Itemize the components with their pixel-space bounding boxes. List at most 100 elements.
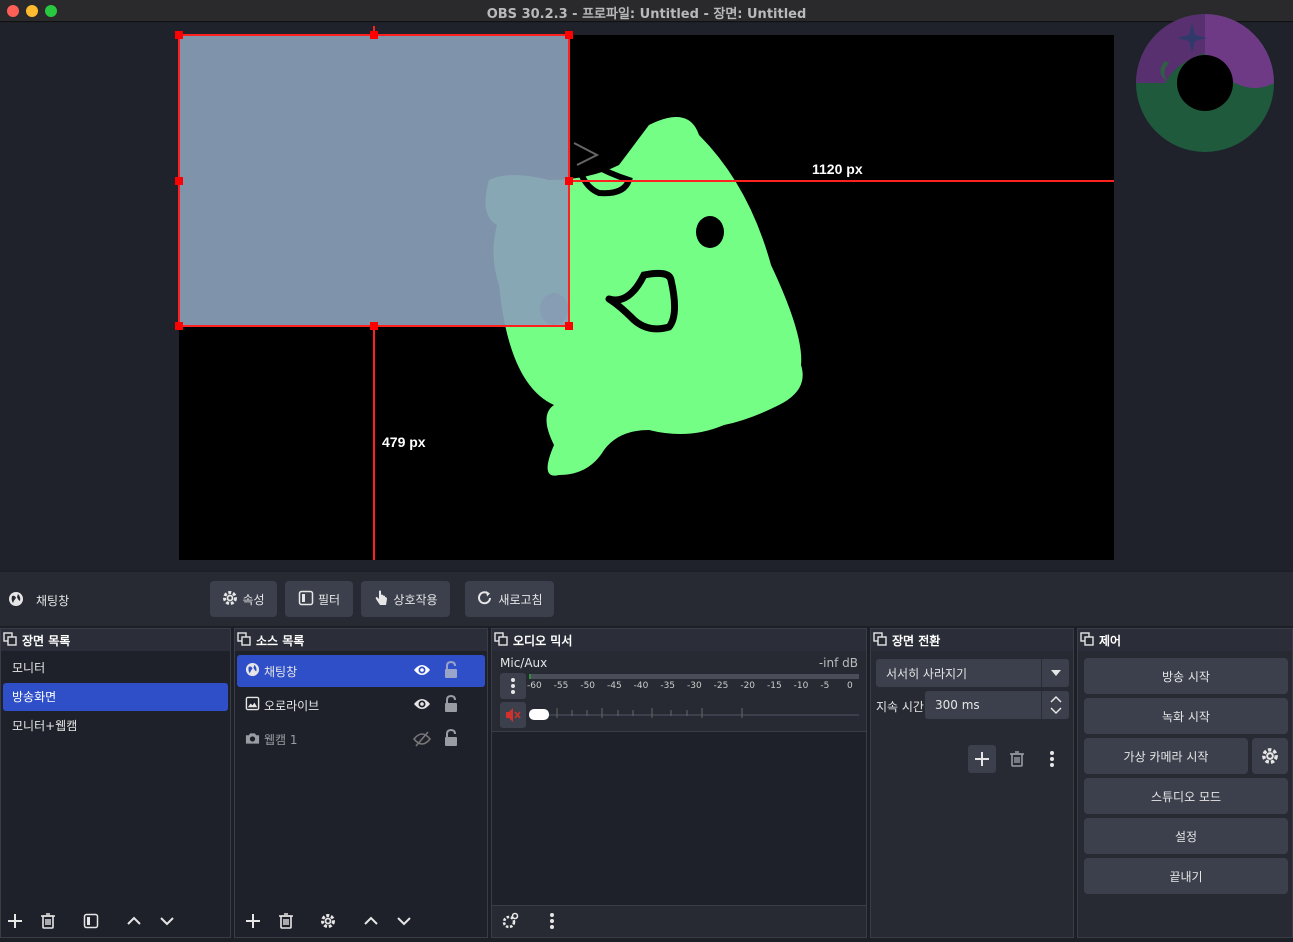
scene-item[interactable]: 모니터 — [3, 654, 228, 682]
transition-select[interactable]: 서서히 사라지기 — [876, 659, 1069, 687]
dock-float-icon[interactable] — [1080, 631, 1094, 649]
audio-mixer-dock-header: 오디오 믹서 — [492, 629, 866, 651]
filters-button[interactable]: 필터 — [285, 581, 353, 617]
meter-tick-label: 0 — [847, 681, 853, 691]
scene-item[interactable]: 방송화면 — [3, 683, 228, 711]
source-item[interactable]: 오로라이브 — [237, 689, 485, 721]
settings-button[interactable]: 설정 — [1084, 818, 1288, 854]
browser-icon — [8, 591, 24, 610]
move-scene-down-button[interactable] — [154, 908, 180, 934]
dock-float-icon[interactable] — [3, 631, 17, 649]
meter-tick-label: -10 — [793, 681, 809, 691]
meter-tick-label: -55 — [553, 681, 569, 691]
gear-icon — [502, 912, 519, 929]
refresh-icon — [476, 589, 494, 610]
image-icon — [245, 696, 260, 714]
dock-float-icon[interactable] — [494, 631, 508, 649]
meter-tick-label: -60 — [527, 681, 542, 691]
refresh-button[interactable]: 새로고침 — [465, 581, 554, 617]
speaker-muted-icon — [506, 708, 521, 722]
add-transition-button[interactable] — [968, 745, 996, 773]
transition-menu-button[interactable] — [1039, 746, 1065, 772]
dock-float-icon[interactable] — [237, 631, 251, 649]
advanced-audio-button[interactable] — [497, 908, 523, 934]
unlock-icon[interactable] — [443, 694, 459, 716]
studio-mode-button[interactable]: 스튜디오 모드 — [1084, 778, 1288, 814]
scene-item[interactable]: 모니터+웹캠 — [3, 712, 228, 740]
transitions-dock-header: 장면 전환 — [871, 629, 1073, 651]
audio-mixer-dock-title: 오디오 믹서 — [513, 633, 573, 648]
channel-name: Mic/Aux — [500, 656, 548, 670]
scene-filters-button[interactable] — [78, 908, 104, 934]
spinbox-arrows-icon[interactable] — [1041, 691, 1069, 719]
duration-spinbox[interactable]: 300 ms — [925, 691, 1069, 719]
move-source-up-button[interactable] — [358, 908, 384, 934]
refresh-label: 새로고침 — [498, 592, 543, 607]
properties-button[interactable]: 속성 — [210, 581, 277, 617]
pointer-hand-icon — [373, 589, 389, 610]
controls-dock-header: 제어 — [1078, 629, 1292, 651]
dock-float-icon[interactable] — [873, 631, 887, 649]
remove-source-button[interactable] — [273, 908, 299, 934]
interact-button[interactable]: 상호작용 — [361, 581, 450, 617]
meter-tick-label: -5 — [820, 681, 830, 691]
meter-tick-label: -20 — [740, 681, 756, 691]
volume-slider-handle[interactable] — [529, 709, 549, 720]
interact-label: 상호작용 — [393, 592, 438, 607]
audio-mixer-body: Mic/Aux -inf dB -60 -55 -50 -45 -40 -35 -30 -25… — [492, 651, 866, 937]
unlock-icon[interactable] — [443, 660, 459, 682]
chevron-down-icon — [160, 917, 174, 926]
level-meter — [529, 674, 859, 679]
meter-tick-label: -30 — [687, 681, 702, 691]
transition-select-value: 서서히 사라지기 — [886, 666, 968, 681]
virtualcam-settings-button[interactable] — [1252, 738, 1288, 774]
mixer-toolbar — [492, 905, 866, 937]
start-recording-button[interactable]: 녹화 시작 — [1084, 698, 1288, 734]
context-bar: 채팅창 속성 필터 상호작용 새로고침 — [0, 572, 1293, 626]
window-title: OBS 30.2.3 - 프로파일: Untitled - 장면: Untitl… — [486, 7, 807, 22]
obs-logo-watermark — [1136, 14, 1274, 152]
remove-transition-button[interactable] — [1004, 746, 1030, 772]
plus-icon — [246, 914, 260, 928]
properties-label: 속성 — [242, 592, 265, 607]
kebab-menu-icon — [511, 678, 515, 694]
move-source-down-button[interactable] — [391, 908, 417, 934]
source-item[interactable]: 채팅창 — [237, 655, 485, 687]
remove-scene-button[interactable] — [35, 908, 61, 934]
source-label: 채팅창 — [264, 664, 298, 679]
trash-icon — [1010, 751, 1024, 767]
filters-label: 필터 — [317, 592, 341, 607]
meter-tick-label: -15 — [767, 681, 782, 691]
source-label: 웹캠 1 — [264, 732, 298, 747]
eye-icon[interactable] — [413, 697, 431, 714]
kebab-menu-icon — [1050, 751, 1054, 767]
context-source-name: 채팅창 — [36, 594, 70, 608]
trash-icon — [41, 913, 55, 929]
duration-value: 300 ms — [935, 698, 980, 712]
mascot-image — [485, 117, 803, 476]
channel-level: -inf dB — [818, 656, 858, 670]
browser-icon — [245, 662, 260, 680]
start-streaming-button[interactable]: 방송 시작 — [1084, 658, 1288, 694]
exit-button[interactable]: 끝내기 — [1084, 858, 1288, 894]
channel-menu-button[interactable] — [500, 673, 526, 699]
add-source-button[interactable] — [240, 908, 266, 934]
controls-dock-title: 제어 — [1099, 633, 1122, 648]
preview-canvas[interactable] — [179, 35, 1114, 560]
move-scene-up-button[interactable] — [121, 908, 147, 934]
unlock-icon[interactable] — [443, 728, 459, 750]
eye-hidden-icon[interactable] — [412, 731, 432, 750]
mixer-menu-button[interactable] — [539, 908, 565, 934]
source-item[interactable]: 웹캠 1 — [237, 723, 485, 755]
kebab-menu-icon — [550, 913, 554, 929]
mute-button[interactable] — [500, 702, 526, 728]
start-virtualcam-button[interactable]: 가상 카메라 시작 — [1084, 738, 1248, 774]
sources-dock-header: 소스 목록 — [235, 629, 487, 651]
volume-ticks — [552, 707, 752, 718]
gear-icon — [222, 590, 238, 609]
transitions-dock: 장면 전환 서서히 사라지기 지속 시간 300 ms — [870, 628, 1074, 938]
eye-icon[interactable] — [413, 663, 431, 680]
source-properties-button[interactable] — [315, 908, 341, 934]
add-scene-button[interactable] — [2, 908, 28, 934]
horizontal-distance-label: 1120 px — [812, 161, 863, 177]
